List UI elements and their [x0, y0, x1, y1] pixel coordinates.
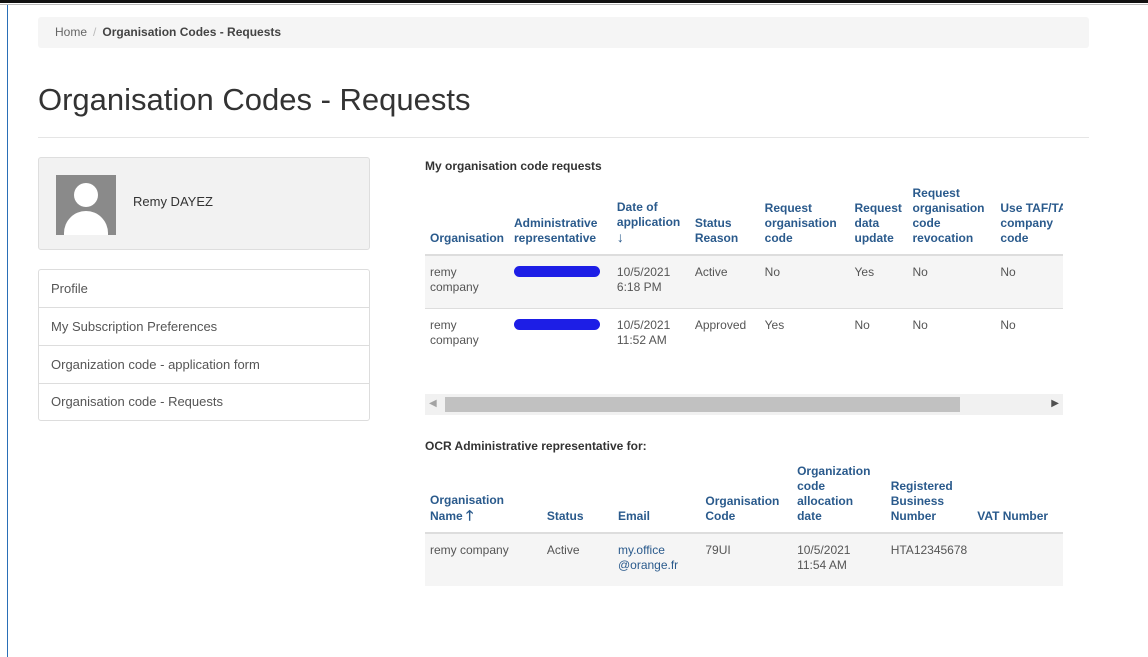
window-left-border	[7, 5, 8, 657]
column-header[interactable]: Status	[541, 464, 613, 534]
column-header[interactable]: Status Reason	[689, 186, 760, 256]
cell-status: Active	[689, 254, 760, 308]
requests-table: Organisation Administrative representati…	[425, 186, 1063, 361]
column-header[interactable]: Request data update	[849, 186, 908, 256]
table-header-row: Organisation Administrative representati…	[425, 186, 1063, 256]
cell-status: Active	[541, 532, 613, 586]
sort-descending-icon: ↓	[616, 229, 624, 245]
breadcrumb: Home / Organisation Codes - Requests	[38, 17, 1089, 48]
breadcrumb-separator: /	[93, 25, 97, 39]
breadcrumb-current: Organisation Codes - Requests	[102, 25, 282, 39]
cell-request-code: Yes	[759, 307, 850, 361]
table-row[interactable]: remy company 10/5/2021 6:18 PM Active No…	[425, 254, 1063, 308]
cell-email: my.office @orange.fr	[612, 532, 701, 586]
profile-card: Remy DAYEZ	[38, 157, 370, 250]
window-top-border	[0, 0, 1148, 3]
email-link[interactable]: my.office @orange.fr	[618, 543, 678, 572]
table-row[interactable]: remy company 10/5/2021 11:52 AM Approved…	[425, 307, 1063, 361]
cell-representative	[509, 307, 612, 361]
cell-organisation: remy company	[425, 307, 510, 361]
column-header[interactable]: VAT Number	[972, 464, 1063, 534]
ocr-table: Organisation Name 🡑 Status Email Organis…	[425, 464, 1063, 586]
cell-allocation-date: 10/5/2021 11:54 AM	[792, 532, 886, 586]
requests-table-container[interactable]: Organisation Administrative representati…	[425, 186, 1063, 388]
column-header[interactable]: Request organisation code revocation	[907, 186, 996, 256]
sidebar-item-application-form[interactable]: Organization code - application form	[39, 346, 369, 384]
requests-section-title: My organisation code requests	[425, 159, 602, 173]
cell-data-update: Yes	[849, 254, 908, 308]
horizontal-scrollbar[interactable]: ◀ ▶	[425, 394, 1063, 415]
cell-representative	[509, 254, 612, 308]
breadcrumb-home-link[interactable]: Home	[55, 25, 87, 39]
cell-data-update: No	[849, 307, 908, 361]
ocr-section-title: OCR Administrative representative for:	[425, 439, 647, 453]
column-header[interactable]: Request organisation code	[759, 186, 850, 256]
cell-use-code: No	[995, 254, 1063, 308]
column-header-sorted[interactable]: Organisation Name 🡑	[425, 464, 542, 534]
scrollbar-thumb[interactable]	[445, 397, 960, 412]
page-title: Organisation Codes - Requests	[38, 82, 471, 117]
title-divider	[38, 137, 1089, 138]
cell-date: 10/5/2021 6:18 PM	[611, 254, 690, 308]
table-header-row: Organisation Name 🡑 Status Email Organis…	[425, 464, 1063, 534]
ocr-table-container: Organisation Name 🡑 Status Email Organis…	[425, 464, 1063, 604]
cell-organisation-code: 79UI	[700, 532, 793, 586]
table-row[interactable]: remy company Active my.office @orange.fr …	[425, 532, 1063, 586]
column-header[interactable]: Registered Business Number	[885, 464, 973, 534]
cell-organisation: remy company	[425, 254, 510, 308]
column-header-sorted[interactable]: Date of application ↓	[611, 186, 690, 256]
cell-revocation: No	[907, 254, 996, 308]
scroll-left-icon[interactable]: ◀	[429, 398, 437, 409]
window-top-divider	[0, 4, 1148, 5]
redaction-mark	[514, 266, 601, 277]
column-header[interactable]: Organisation Code	[700, 464, 793, 534]
column-header[interactable]: Use TAF/TAP company code	[995, 186, 1063, 256]
column-header[interactable]: Organisation	[425, 186, 510, 256]
cell-request-code: No	[759, 254, 850, 308]
sidebar-nav: Profile My Subscription Preferences Orga…	[38, 269, 370, 421]
sort-ascending-icon: 🡑	[466, 507, 474, 523]
cell-status: Approved	[689, 307, 760, 361]
profile-name: Remy DAYEZ	[133, 194, 213, 209]
cell-vat-number	[972, 532, 1063, 586]
sidebar-item-profile[interactable]: Profile	[39, 270, 369, 308]
scroll-right-icon[interactable]: ▶	[1051, 398, 1059, 409]
cell-date: 10/5/2021 11:52 AM	[611, 307, 690, 361]
column-header[interactable]: Email	[612, 464, 701, 534]
redaction-mark	[514, 318, 601, 330]
sidebar-item-requests[interactable]: Organisation code - Requests	[39, 384, 369, 420]
cell-organisation-name: remy company	[425, 532, 542, 586]
cell-business-number: HTA12345678	[885, 532, 973, 586]
user-silhouette-icon	[56, 175, 116, 235]
cell-revocation: No	[907, 307, 996, 361]
sidebar-item-subscription-preferences[interactable]: My Subscription Preferences	[39, 308, 369, 346]
column-header[interactable]: Administrative representative	[509, 186, 612, 256]
cell-use-code: No	[995, 307, 1063, 361]
column-header[interactable]: Organization code allocation date	[792, 464, 886, 534]
